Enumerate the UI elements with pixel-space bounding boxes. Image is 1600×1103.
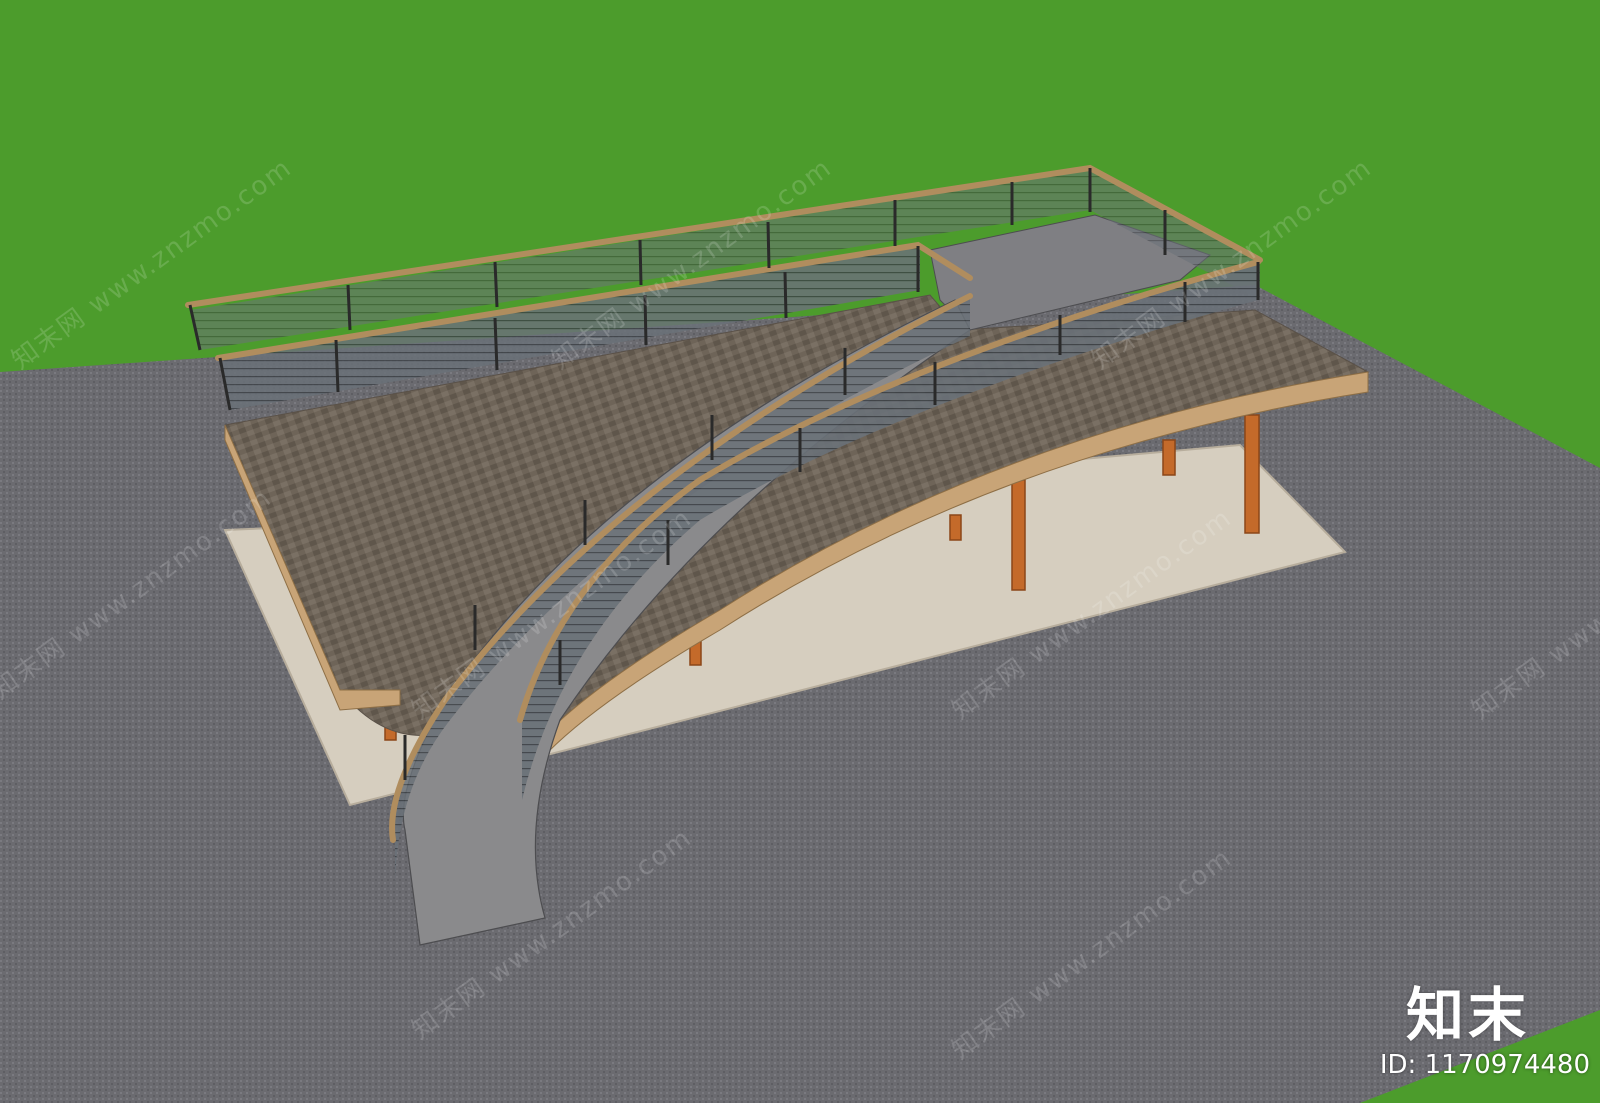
image-id-label: ID: 1170974480	[1379, 1050, 1590, 1080]
architectural-render: 知末网 www.znzmo.com 知末网 www.znzmo.com 知末网 …	[0, 0, 1600, 1103]
brand-logo: 知末	[1405, 981, 1530, 1049]
